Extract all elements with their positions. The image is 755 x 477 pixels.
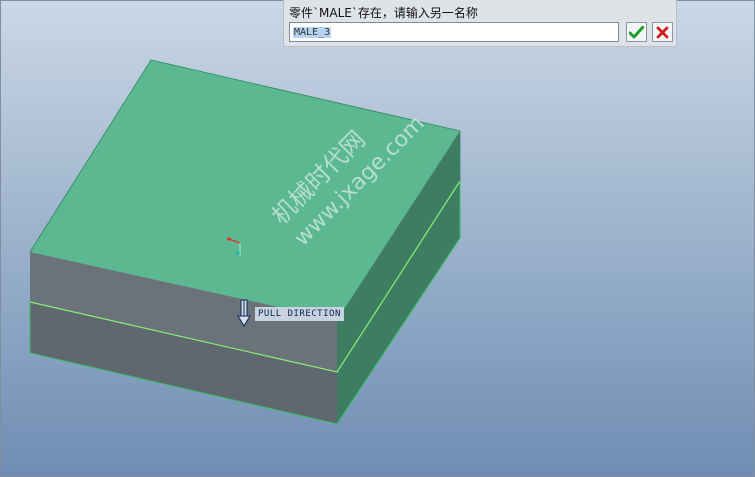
check-icon bbox=[629, 25, 644, 38]
pull-direction-label: PULL DIRECTION bbox=[255, 307, 344, 321]
model-viewport[interactable] bbox=[0, 0, 755, 477]
input-selected-text: MALE_3 bbox=[293, 26, 332, 38]
name-prompt-dialog: 零件`MALE`存在，请输入另一名称 MALE_3 bbox=[283, 0, 677, 47]
accept-button[interactable] bbox=[626, 22, 647, 42]
part-name-input[interactable]: MALE_3 bbox=[289, 22, 619, 42]
close-icon bbox=[656, 26, 669, 38]
cancel-button[interactable] bbox=[652, 22, 673, 42]
prompt-message: 零件`MALE`存在，请输入另一名称 bbox=[289, 6, 478, 20]
